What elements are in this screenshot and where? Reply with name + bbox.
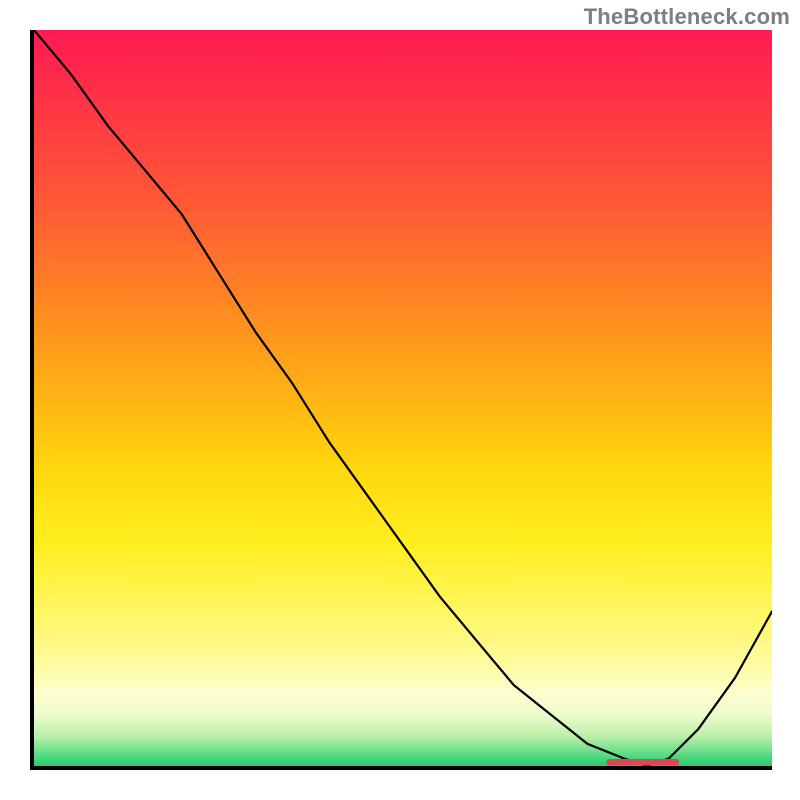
chart-frame: TheBottleneck.com (0, 0, 800, 800)
x-axis (30, 766, 772, 770)
plot-area (34, 30, 772, 766)
watermark-text: TheBottleneck.com (584, 4, 790, 30)
optimum-marker (34, 30, 772, 766)
